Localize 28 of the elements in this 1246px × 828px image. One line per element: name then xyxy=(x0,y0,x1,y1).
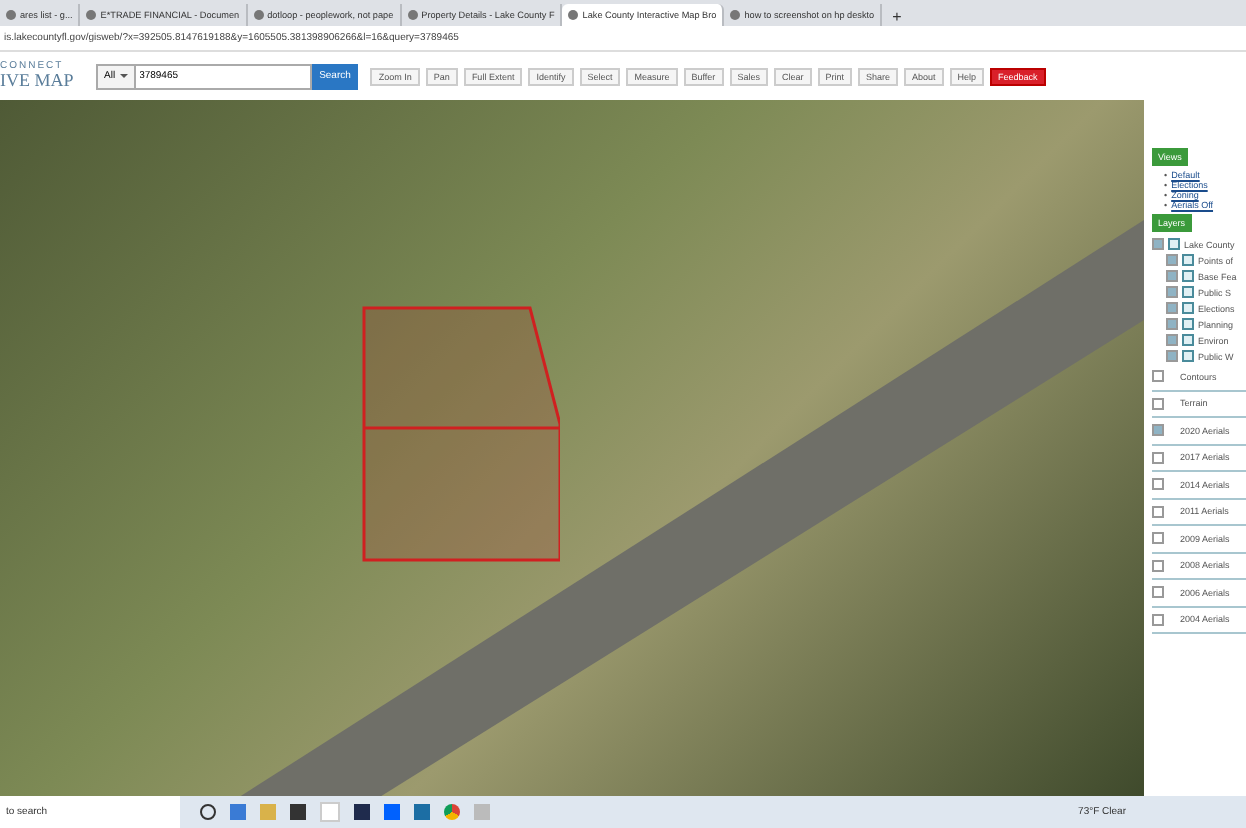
checkbox[interactable] xyxy=(1152,532,1164,545)
checkbox[interactable] xyxy=(1152,559,1164,572)
checkbox[interactable] xyxy=(1166,318,1178,330)
checkbox[interactable] xyxy=(1152,613,1164,626)
checkbox[interactable] xyxy=(1152,586,1164,599)
logo-text: IVE MAP xyxy=(0,72,76,90)
checkbox[interactable] xyxy=(1166,302,1178,314)
checkbox[interactable] xyxy=(1166,254,1178,266)
checkbox[interactable] xyxy=(1152,370,1164,383)
checkbox[interactable] xyxy=(1152,397,1164,410)
checkbox[interactable] xyxy=(1152,238,1164,250)
checkbox[interactable] xyxy=(1166,270,1178,282)
checkbox[interactable] xyxy=(1152,478,1164,491)
site-icon xyxy=(6,10,16,20)
checkbox[interactable] xyxy=(1152,451,1164,464)
site-icon xyxy=(730,10,741,20)
browser-icon[interactable] xyxy=(444,804,460,820)
site-icon xyxy=(253,10,264,20)
site-icon xyxy=(86,10,97,20)
site-icon xyxy=(568,10,579,20)
new-tab-button[interactable]: + xyxy=(882,8,912,26)
checkbox[interactable] xyxy=(1166,286,1178,298)
checkbox[interactable] xyxy=(1166,334,1178,346)
site-icon xyxy=(407,10,418,20)
circle-icon[interactable] xyxy=(200,804,216,820)
checkbox[interactable] xyxy=(1152,424,1164,437)
checkbox[interactable] xyxy=(1152,505,1164,518)
checkbox[interactable] xyxy=(1166,350,1178,362)
